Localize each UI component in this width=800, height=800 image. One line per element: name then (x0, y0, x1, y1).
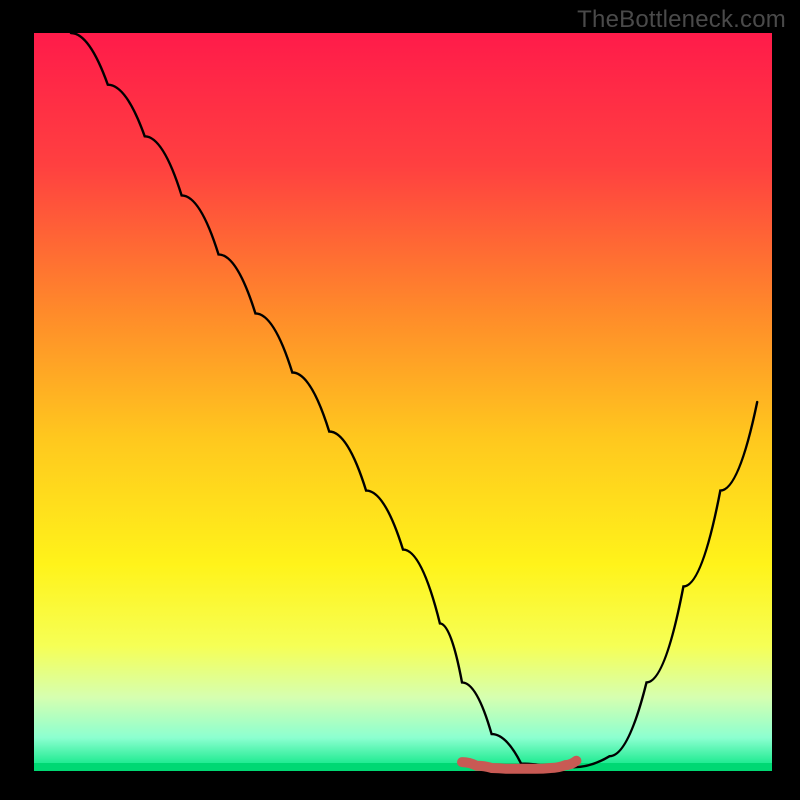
bottleneck-chart (0, 0, 800, 800)
plot-area (34, 33, 772, 771)
baseline-band (34, 763, 772, 771)
watermark-text: TheBottleneck.com (577, 6, 786, 34)
chart-stage: TheBottleneck.com (0, 0, 800, 800)
